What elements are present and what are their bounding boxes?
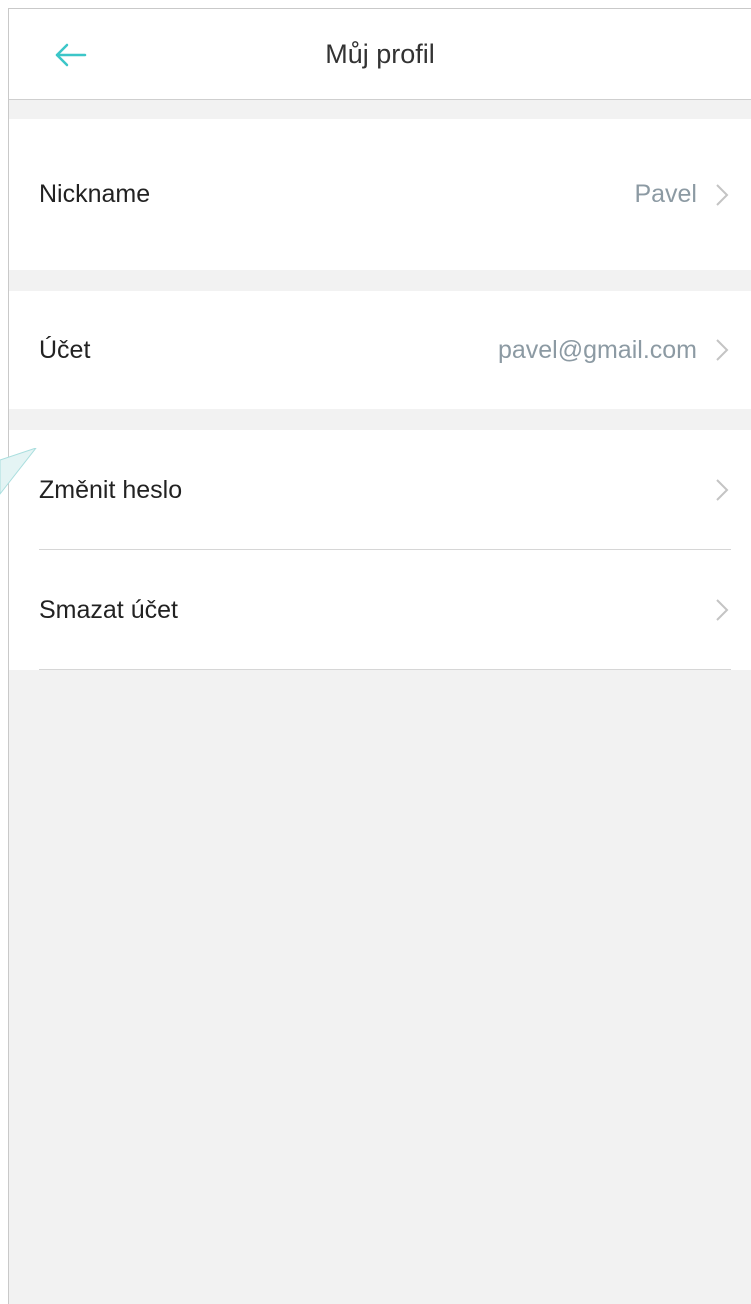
change-password-row[interactable]: Změnit heslo — [9, 430, 751, 550]
chevron-right-icon — [715, 598, 729, 622]
account-label: Účet — [39, 335, 91, 364]
nickname-label: Nickname — [39, 180, 151, 208]
chevron-right-icon — [715, 478, 729, 502]
page-title: Můj profil — [325, 39, 435, 69]
arrow-left-icon — [55, 43, 87, 67]
change-password-label: Změnit heslo — [39, 475, 183, 504]
chevron-right-icon — [715, 338, 729, 362]
security-section: Změnit heslo Smazat účet — [9, 430, 751, 670]
chevron-right-icon — [715, 183, 729, 207]
account-email-value: pavel@gmail.com — [497, 335, 697, 364]
header-bar: Můj profil — [9, 9, 751, 100]
delete-account-label: Smazat účet — [39, 595, 178, 624]
account-row[interactable]: Účet pavel@gmail.com — [9, 291, 751, 409]
profile-screen: Můj profil Nickname Pavel Účet pavel@gma… — [8, 8, 751, 1304]
nickname-value: Pavel — [634, 180, 697, 208]
nickname-section: Nickname Pavel — [9, 119, 751, 270]
callout-pointer — [0, 448, 37, 495]
nickname-row[interactable]: Nickname Pavel — [9, 119, 751, 270]
delete-account-row[interactable]: Smazat účet — [9, 550, 751, 670]
account-section: Účet pavel@gmail.com — [9, 291, 751, 409]
row-divider — [39, 669, 731, 670]
back-button[interactable] — [45, 33, 93, 77]
